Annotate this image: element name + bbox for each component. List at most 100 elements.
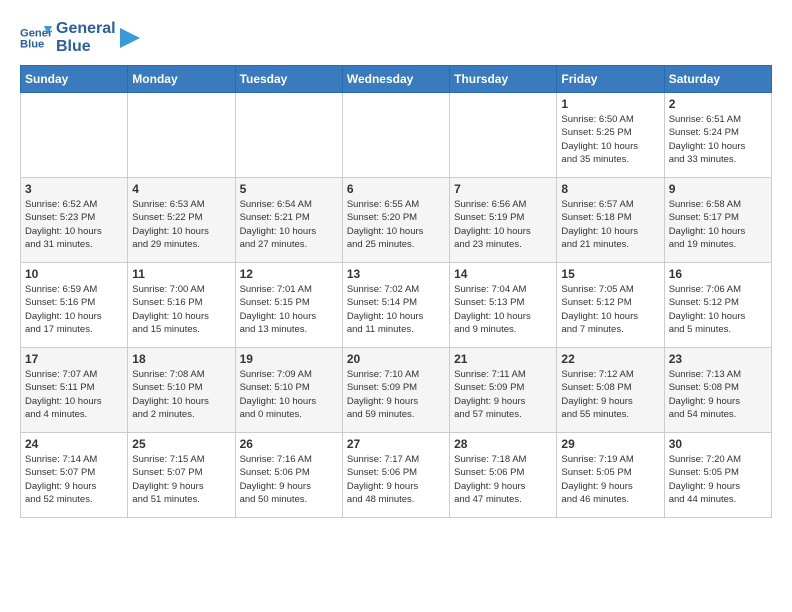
day-number: 13 [347, 267, 445, 281]
day-info: Sunrise: 7:18 AM Sunset: 5:06 PM Dayligh… [454, 453, 552, 506]
day-info: Sunrise: 6:50 AM Sunset: 5:25 PM Dayligh… [561, 113, 659, 166]
day-info: Sunrise: 6:52 AM Sunset: 5:23 PM Dayligh… [25, 198, 123, 251]
day-info: Sunrise: 6:55 AM Sunset: 5:20 PM Dayligh… [347, 198, 445, 251]
calendar-cell: 24Sunrise: 7:14 AM Sunset: 5:07 PM Dayli… [21, 433, 128, 518]
day-info: Sunrise: 7:14 AM Sunset: 5:07 PM Dayligh… [25, 453, 123, 506]
page-header: General Blue General Blue [20, 20, 772, 55]
day-info: Sunrise: 7:11 AM Sunset: 5:09 PM Dayligh… [454, 368, 552, 421]
day-info: Sunrise: 7:13 AM Sunset: 5:08 PM Dayligh… [669, 368, 767, 421]
day-number: 17 [25, 352, 123, 366]
calendar-cell: 15Sunrise: 7:05 AM Sunset: 5:12 PM Dayli… [557, 263, 664, 348]
day-number: 9 [669, 182, 767, 196]
calendar-cell: 11 Sunrise: 7:00 AM Sunset: 5:16 PM Dayli… [128, 263, 235, 348]
calendar-cell [342, 93, 449, 178]
calendar-cell: 26 Sunrise: 7:16 AM Sunset: 5:06 PM Dayli… [235, 433, 342, 518]
calendar-cell: 2 Sunrise: 6:51 AM Sunset: 5:24 PM Daylig… [664, 93, 771, 178]
calendar-cell: 30Sunrise: 7:20 AM Sunset: 5:05 PM Dayli… [664, 433, 771, 518]
day-number: 18 [132, 352, 230, 366]
week-row-2: 3 Sunrise: 6:52 AM Sunset: 5:23 PM Daylig… [21, 178, 772, 263]
calendar-cell [21, 93, 128, 178]
calendar-cell: 27 Sunrise: 7:17 AM Sunset: 5:06 PM Dayli… [342, 433, 449, 518]
day-number: 1 [561, 97, 659, 111]
day-number: 28 [454, 437, 552, 451]
calendar-cell: 20Sunrise: 7:10 AM Sunset: 5:09 PM Dayli… [342, 348, 449, 433]
day-number: 10 [25, 267, 123, 281]
week-row-3: 10 Sunrise: 6:59 AM Sunset: 5:16 PM Dayli… [21, 263, 772, 348]
header-wednesday: Wednesday [342, 66, 449, 93]
day-info: Sunrise: 6:51 AM Sunset: 5:24 PM Dayligh… [669, 113, 767, 166]
calendar-cell [235, 93, 342, 178]
calendar-cell: 23Sunrise: 7:13 AM Sunset: 5:08 PM Dayli… [664, 348, 771, 433]
calendar-cell: 29 Sunrise: 7:19 AM Sunset: 5:05 PM Dayli… [557, 433, 664, 518]
day-info: Sunrise: 6:58 AM Sunset: 5:17 PM Dayligh… [669, 198, 767, 251]
day-info: Sunrise: 7:17 AM Sunset: 5:06 PM Dayligh… [347, 453, 445, 506]
day-info: Sunrise: 7:19 AM Sunset: 5:05 PM Dayligh… [561, 453, 659, 506]
day-info: Sunrise: 7:09 AM Sunset: 5:10 PM Dayligh… [240, 368, 338, 421]
day-number: 3 [25, 182, 123, 196]
week-row-1: 1 Sunrise: 6:50 AM Sunset: 5:25 PM Daylig… [21, 93, 772, 178]
header-monday: Monday [128, 66, 235, 93]
day-info: Sunrise: 7:10 AM Sunset: 5:09 PM Dayligh… [347, 368, 445, 421]
day-number: 26 [240, 437, 338, 451]
day-number: 21 [454, 352, 552, 366]
day-number: 14 [454, 267, 552, 281]
calendar-cell: 17 Sunrise: 7:07 AM Sunset: 5:11 PM Dayli… [21, 348, 128, 433]
header-thursday: Thursday [450, 66, 557, 93]
calendar-cell: 25 Sunrise: 7:15 AM Sunset: 5:07 PM Dayli… [128, 433, 235, 518]
calendar-table: SundayMondayTuesdayWednesdayThursdayFrid… [20, 65, 772, 518]
day-info: Sunrise: 6:59 AM Sunset: 5:16 PM Dayligh… [25, 283, 123, 336]
logo: General Blue General Blue [20, 20, 140, 55]
calendar-cell [450, 93, 557, 178]
header-tuesday: Tuesday [235, 66, 342, 93]
day-info: Sunrise: 7:02 AM Sunset: 5:14 PM Dayligh… [347, 283, 445, 336]
day-info: Sunrise: 7:12 AM Sunset: 5:08 PM Dayligh… [561, 368, 659, 421]
day-info: Sunrise: 7:06 AM Sunset: 5:12 PM Dayligh… [669, 283, 767, 336]
day-number: 25 [132, 437, 230, 451]
calendar-cell: 9 Sunrise: 6:58 AM Sunset: 5:17 PM Daylig… [664, 178, 771, 263]
day-info: Sunrise: 7:20 AM Sunset: 5:05 PM Dayligh… [669, 453, 767, 506]
day-number: 5 [240, 182, 338, 196]
calendar-cell: 8 Sunrise: 6:57 AM Sunset: 5:18 PM Daylig… [557, 178, 664, 263]
day-info: Sunrise: 7:00 AM Sunset: 5:16 PM Dayligh… [132, 283, 230, 336]
calendar-cell: 28 Sunrise: 7:18 AM Sunset: 5:06 PM Dayli… [450, 433, 557, 518]
day-number: 2 [669, 97, 767, 111]
calendar-cell: 14 Sunrise: 7:04 AM Sunset: 5:13 PM Dayli… [450, 263, 557, 348]
day-number: 15 [561, 267, 659, 281]
day-info: Sunrise: 7:07 AM Sunset: 5:11 PM Dayligh… [25, 368, 123, 421]
calendar-cell: 1 Sunrise: 6:50 AM Sunset: 5:25 PM Daylig… [557, 93, 664, 178]
day-number: 27 [347, 437, 445, 451]
week-row-4: 17 Sunrise: 7:07 AM Sunset: 5:11 PM Dayli… [21, 348, 772, 433]
day-info: Sunrise: 7:16 AM Sunset: 5:06 PM Dayligh… [240, 453, 338, 506]
calendar-header-row: SundayMondayTuesdayWednesdayThursdayFrid… [21, 66, 772, 93]
calendar-cell: 5Sunrise: 6:54 AM Sunset: 5:21 PM Daylig… [235, 178, 342, 263]
day-number: 22 [561, 352, 659, 366]
day-info: Sunrise: 7:01 AM Sunset: 5:15 PM Dayligh… [240, 283, 338, 336]
logo-icon: General Blue [20, 22, 52, 54]
day-number: 8 [561, 182, 659, 196]
calendar-cell: 7 Sunrise: 6:56 AM Sunset: 5:19 PM Daylig… [450, 178, 557, 263]
header-saturday: Saturday [664, 66, 771, 93]
day-info: Sunrise: 7:08 AM Sunset: 5:10 PM Dayligh… [132, 368, 230, 421]
calendar-cell: 12 Sunrise: 7:01 AM Sunset: 5:15 PM Dayli… [235, 263, 342, 348]
logo-arrow-icon [120, 28, 140, 48]
day-info: Sunrise: 6:53 AM Sunset: 5:22 PM Dayligh… [132, 198, 230, 251]
calendar-cell: 6 Sunrise: 6:55 AM Sunset: 5:20 PM Daylig… [342, 178, 449, 263]
calendar-cell: 18 Sunrise: 7:08 AM Sunset: 5:10 PM Dayli… [128, 348, 235, 433]
day-info: Sunrise: 7:04 AM Sunset: 5:13 PM Dayligh… [454, 283, 552, 336]
day-number: 16 [669, 267, 767, 281]
week-row-5: 24Sunrise: 7:14 AM Sunset: 5:07 PM Dayli… [21, 433, 772, 518]
day-number: 29 [561, 437, 659, 451]
calendar-cell: 21 Sunrise: 7:11 AM Sunset: 5:09 PM Dayli… [450, 348, 557, 433]
day-number: 12 [240, 267, 338, 281]
day-number: 6 [347, 182, 445, 196]
day-info: Sunrise: 6:56 AM Sunset: 5:19 PM Dayligh… [454, 198, 552, 251]
day-number: 11 [132, 267, 230, 281]
day-number: 7 [454, 182, 552, 196]
logo-blue: Blue [56, 38, 116, 56]
logo-general: General [56, 20, 116, 38]
day-info: Sunrise: 7:15 AM Sunset: 5:07 PM Dayligh… [132, 453, 230, 506]
svg-text:Blue: Blue [20, 38, 44, 50]
day-number: 4 [132, 182, 230, 196]
day-info: Sunrise: 6:57 AM Sunset: 5:18 PM Dayligh… [561, 198, 659, 251]
calendar-cell [128, 93, 235, 178]
